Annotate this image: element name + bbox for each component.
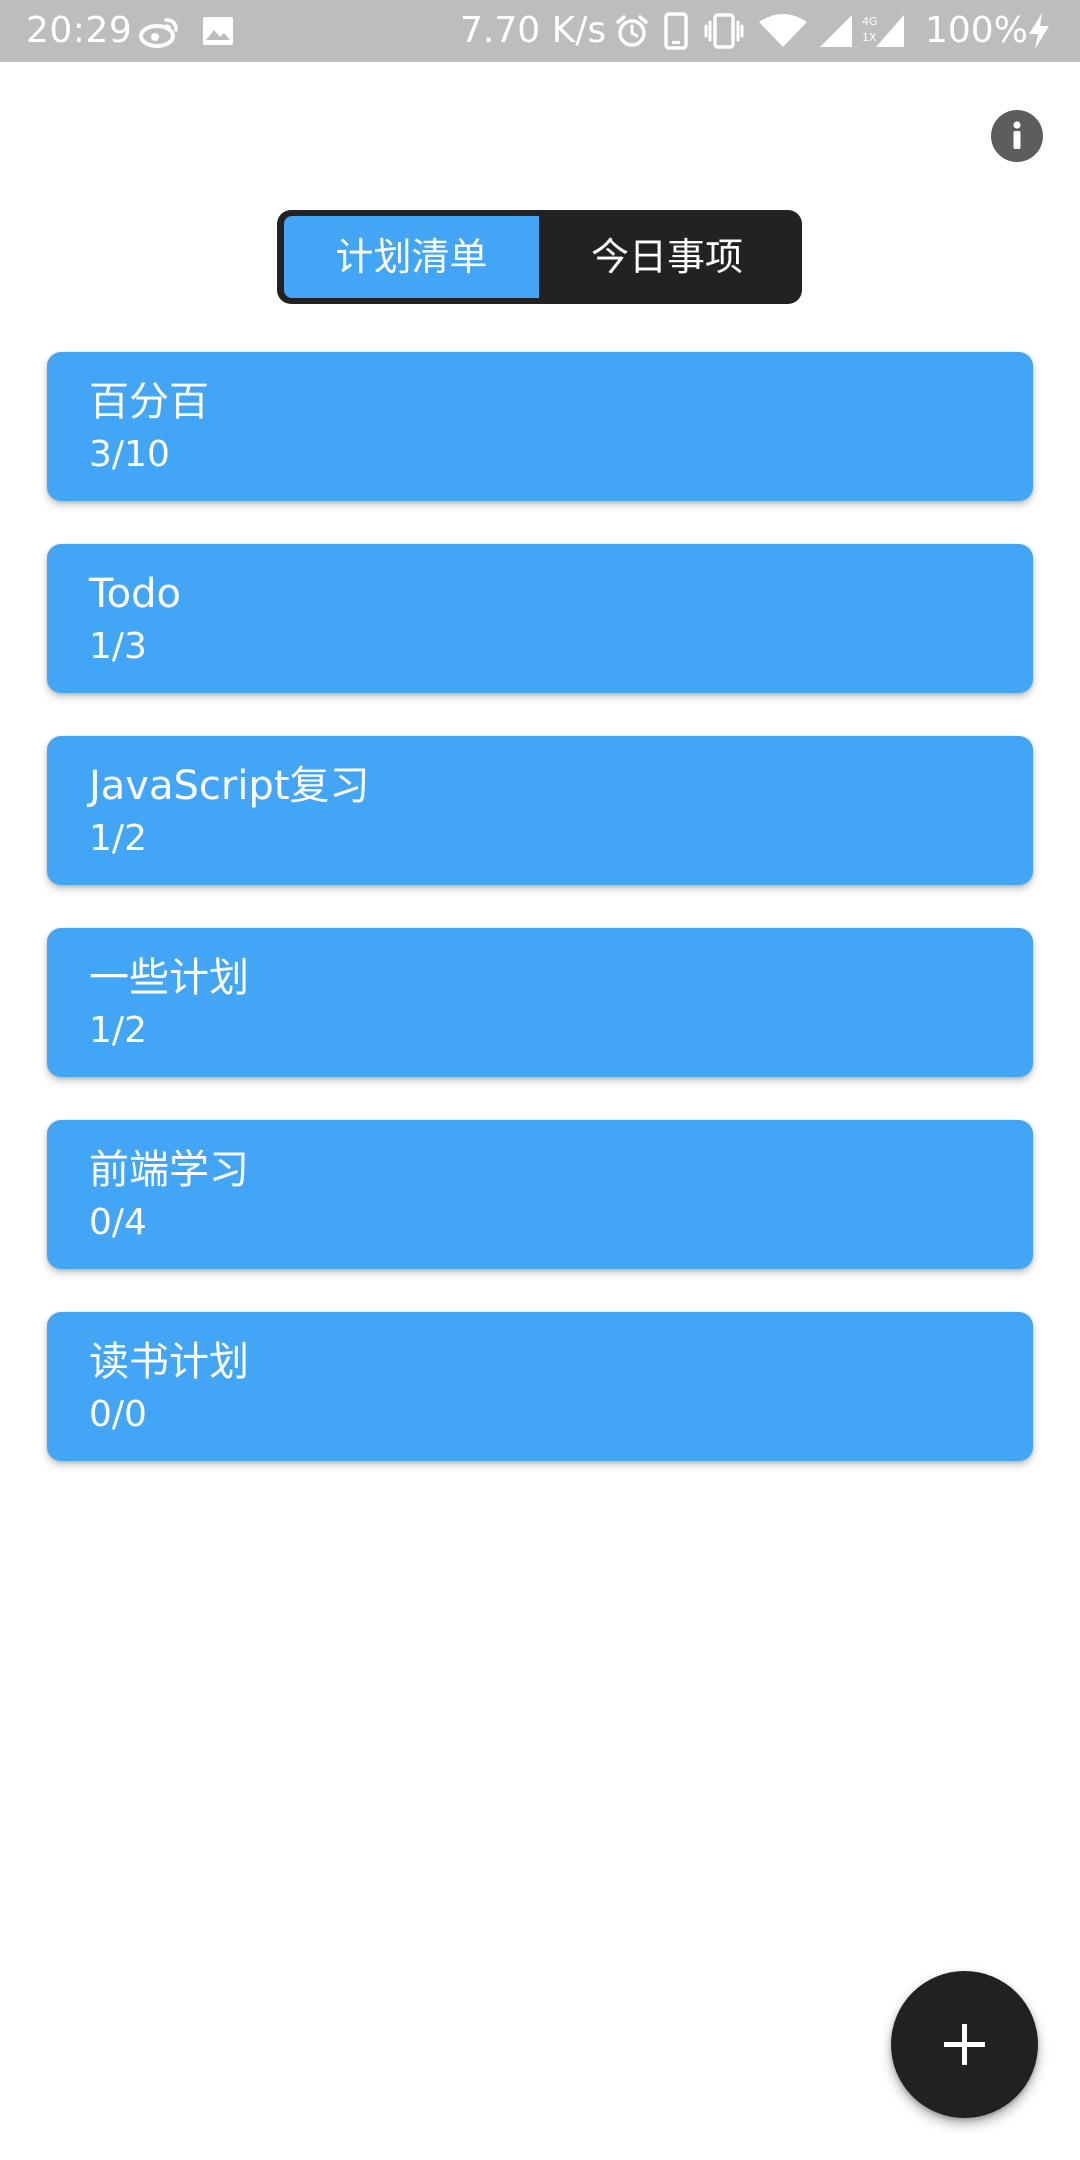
- plan-list: 百分百 3/10 Todo 1/3 JavaScript复习 1/2 一些计划 …: [47, 352, 1033, 1504]
- vibrate-icon: [704, 13, 744, 49]
- plan-card[interactable]: Todo 1/3: [47, 544, 1033, 693]
- signal-icon: [820, 15, 852, 47]
- wifi-icon: [759, 14, 807, 47]
- plan-progress: 0/4: [89, 1202, 147, 1243]
- battery-percent: 100%: [925, 10, 1028, 51]
- plan-progress: 1/2: [89, 1010, 147, 1051]
- tab-switcher: 计划清单 今日事项: [277, 210, 802, 304]
- plan-title: 前端学习: [89, 1147, 249, 1193]
- info-icon: [1013, 121, 1021, 149]
- plan-progress: 1/2: [89, 818, 147, 859]
- plus-icon: [944, 2024, 985, 2065]
- svg-text:4G: 4G: [862, 15, 878, 28]
- plan-card[interactable]: 读书计划 0/0: [47, 1312, 1033, 1461]
- plan-card[interactable]: JavaScript复习 1/2: [47, 736, 1033, 885]
- status-time: 20:29: [26, 10, 133, 51]
- plan-card[interactable]: 前端学习 0/4: [47, 1120, 1033, 1269]
- status-bar: 20:29 7.70 K/s 4G 1X 100%: [0, 0, 1080, 62]
- alarm-icon: [616, 15, 648, 47]
- tab-today-items[interactable]: 今日事项: [539, 216, 795, 298]
- plan-title: 读书计划: [89, 1339, 249, 1385]
- image-icon: [203, 17, 233, 45]
- add-plan-button[interactable]: [891, 1971, 1038, 2118]
- plan-progress: 0/0: [89, 1394, 147, 1435]
- plan-title: 一些计划: [89, 955, 249, 1001]
- plan-title: JavaScript复习: [89, 763, 370, 809]
- charging-icon: [1029, 13, 1049, 49]
- plan-card[interactable]: 百分百 3/10: [47, 352, 1033, 501]
- plan-progress: 1/3: [89, 626, 147, 667]
- tab-plan-list[interactable]: 计划清单: [284, 216, 539, 298]
- plan-progress: 3/10: [89, 434, 170, 475]
- plan-title: Todo: [89, 571, 181, 617]
- plan-card[interactable]: 一些计划 1/2: [47, 928, 1033, 1077]
- network-speed: 7.70 K/s: [460, 10, 607, 51]
- phone-icon: [664, 12, 688, 50]
- weibo-icon: [139, 18, 178, 48]
- signal-4g-icon: 4G 1X: [862, 15, 904, 47]
- svg-text:1X: 1X: [862, 31, 877, 44]
- plan-title: 百分百: [89, 379, 209, 425]
- info-button[interactable]: [991, 110, 1043, 162]
